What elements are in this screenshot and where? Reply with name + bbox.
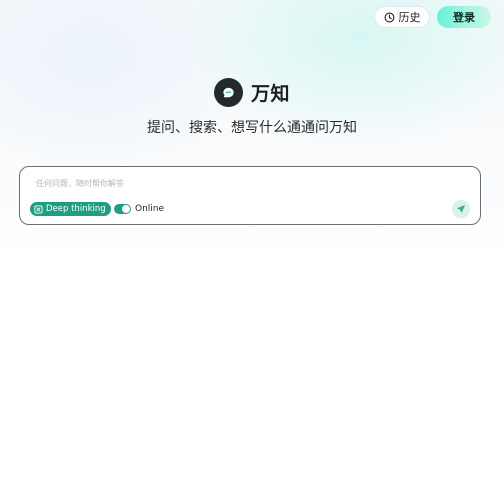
brand: 万知: [214, 78, 290, 107]
login-button[interactable]: 登录: [437, 6, 491, 28]
chat-bubble-logo-icon: [214, 78, 243, 107]
history-button[interactable]: 历史: [374, 6, 430, 28]
toggle-knob: [122, 205, 130, 213]
brand-name: 万知: [251, 83, 291, 105]
atom-icon: [34, 204, 43, 214]
query-input[interactable]: [36, 175, 456, 191]
tagline: 提问、搜索、想写什么通通问万知: [147, 120, 357, 136]
send-icon: [456, 204, 466, 214]
clock-icon: [384, 12, 395, 23]
page-background: [0, 0, 504, 495]
online-label: Online: [135, 204, 165, 214]
online-toggle-group: Online: [114, 202, 164, 216]
login-label: 登录: [453, 11, 475, 24]
deep-thinking-button[interactable]: Deep thinking: [30, 202, 111, 216]
online-toggle[interactable]: [114, 204, 131, 214]
send-button[interactable]: [452, 200, 470, 218]
composer: Deep thinking Online: [19, 166, 481, 225]
history-label: 历史: [398, 11, 421, 24]
deep-thinking-label: Deep thinking: [46, 204, 106, 214]
